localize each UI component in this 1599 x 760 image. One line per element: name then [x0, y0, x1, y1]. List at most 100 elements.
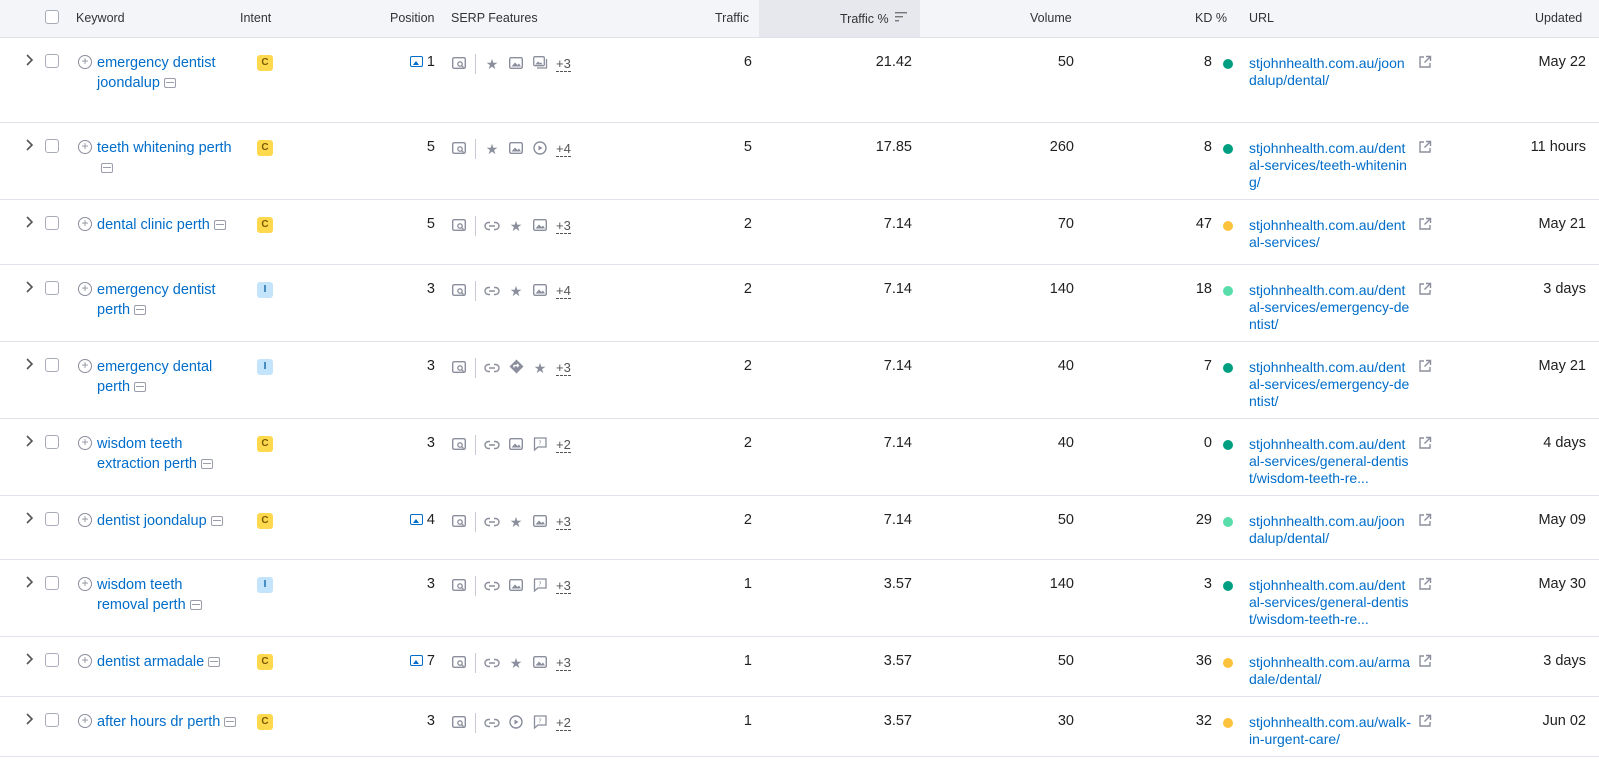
row-checkbox[interactable] — [45, 216, 59, 230]
row-checkbox[interactable] — [45, 54, 59, 68]
expand-chevron-icon[interactable] — [24, 434, 34, 448]
row-checkbox[interactable] — [45, 281, 59, 295]
add-to-list-icon[interactable]: + — [78, 359, 92, 373]
serp-snippet-icon[interactable] — [451, 715, 467, 731]
external-link-icon[interactable] — [1418, 359, 1432, 376]
url-link[interactable]: stjohnhealth.com.au/dental-services/gene… — [1249, 577, 1411, 628]
more-features-link[interactable]: +3 — [556, 578, 571, 594]
table-row[interactable]: + dental clinic perth C 5 ★ +3 2 7.14 70… — [0, 200, 1599, 265]
add-to-list-icon[interactable]: + — [78, 282, 92, 296]
row-checkbox[interactable] — [45, 653, 59, 667]
external-link-icon[interactable] — [1418, 513, 1432, 530]
intent-badge[interactable]: C — [257, 55, 273, 71]
header-kd[interactable]: KD % — [1195, 11, 1227, 25]
star-icon[interactable]: ★ — [508, 218, 524, 235]
more-features-link[interactable]: +3 — [556, 514, 571, 530]
star-icon[interactable]: ★ — [508, 283, 524, 300]
header-updated[interactable]: Updated — [1535, 11, 1582, 25]
serp-snapshot-icon[interactable] — [208, 657, 221, 667]
row-checkbox[interactable] — [45, 512, 59, 526]
serp-snippet-icon[interactable] — [451, 514, 467, 530]
more-features-link[interactable]: +3 — [556, 360, 571, 376]
serp-snippet-icon[interactable] — [451, 218, 467, 234]
add-to-list-icon[interactable]: + — [78, 714, 92, 728]
intent-badge[interactable]: C — [257, 513, 273, 529]
link-icon[interactable] — [484, 437, 500, 453]
star-icon[interactable]: ★ — [508, 655, 524, 672]
external-link-icon[interactable] — [1418, 55, 1432, 72]
keyword-link[interactable]: teeth whitening perth — [97, 138, 237, 178]
row-checkbox[interactable] — [45, 576, 59, 590]
serp-snippet-icon[interactable] — [451, 437, 467, 453]
image-icon[interactable] — [532, 655, 548, 671]
image-icon[interactable] — [532, 218, 548, 234]
add-to-list-icon[interactable]: + — [78, 513, 92, 527]
external-link-icon[interactable] — [1418, 140, 1432, 157]
intent-badge[interactable]: C — [257, 714, 273, 730]
expand-chevron-icon[interactable] — [24, 712, 34, 726]
row-checkbox[interactable] — [45, 713, 59, 727]
table-row[interactable]: + teeth whitening perth C 5 ★ +4 5 17.85… — [0, 123, 1599, 200]
table-row[interactable]: + wisdom teeth removal perth I 3 ? +3 1 … — [0, 560, 1599, 637]
header-serp-features[interactable]: SERP Features — [451, 11, 538, 25]
serp-snippet-icon[interactable] — [451, 56, 467, 72]
row-checkbox[interactable] — [45, 435, 59, 449]
keyword-link[interactable]: emergency dental perth — [97, 357, 237, 397]
keyword-link[interactable]: emergency dentist perth — [97, 280, 237, 320]
serp-snippet-icon[interactable] — [451, 578, 467, 594]
serp-snapshot-icon[interactable] — [101, 163, 113, 173]
keyword-link[interactable]: after hours dr perth — [97, 712, 237, 732]
link-icon[interactable] — [484, 514, 500, 530]
more-features-link[interactable]: +3 — [556, 218, 571, 234]
intent-badge[interactable]: I — [257, 359, 273, 375]
expand-chevron-icon[interactable] — [24, 53, 34, 67]
header-url[interactable]: URL — [1249, 11, 1274, 25]
table-row[interactable]: + emergency dentist joondalup C 1 ★ +3 6… — [0, 38, 1599, 123]
keyword-link[interactable]: emergency dentist joondalup — [97, 53, 237, 93]
url-link[interactable]: stjohnhealth.com.au/armadale/dental/ — [1249, 654, 1411, 688]
external-link-icon[interactable] — [1418, 282, 1432, 299]
expand-chevron-icon[interactable] — [24, 357, 34, 371]
header-volume[interactable]: Volume — [1030, 11, 1072, 25]
more-features-link[interactable]: +3 — [556, 56, 571, 72]
more-features-link[interactable]: +2 — [556, 437, 571, 453]
header-keyword[interactable]: Keyword — [76, 11, 125, 25]
video-icon[interactable] — [532, 140, 548, 158]
table-row[interactable]: + emergency dentist perth I 3 ★ +4 2 7.1… — [0, 265, 1599, 342]
serp-snapshot-icon[interactable] — [224, 717, 237, 727]
expand-chevron-icon[interactable] — [24, 575, 34, 589]
add-to-list-icon[interactable]: + — [78, 140, 92, 154]
url-link[interactable]: stjohnhealth.com.au/dental-services/emer… — [1249, 282, 1411, 333]
add-to-list-icon[interactable]: + — [78, 217, 92, 231]
serp-snippet-icon[interactable] — [451, 141, 467, 157]
faq-icon[interactable]: ? — [532, 436, 548, 454]
link-icon[interactable] — [484, 578, 500, 594]
url-link[interactable]: stjohnhealth.com.au/dental-services/teet… — [1249, 140, 1411, 191]
external-link-icon[interactable] — [1418, 714, 1432, 731]
link-icon[interactable] — [484, 218, 500, 234]
serp-snapshot-icon[interactable] — [163, 78, 176, 88]
star-icon[interactable]: ★ — [484, 56, 500, 73]
expand-chevron-icon[interactable] — [24, 511, 34, 525]
url-link[interactable]: stjohnhealth.com.au/dental-services/ — [1249, 217, 1411, 251]
url-link[interactable]: stjohnhealth.com.au/dental-services/emer… — [1249, 359, 1411, 410]
expand-chevron-icon[interactable] — [24, 215, 34, 229]
external-link-icon[interactable] — [1418, 577, 1432, 594]
header-intent[interactable]: Intent — [240, 11, 271, 25]
table-row[interactable]: + wisdom teeth extraction perth C 3 ? +2… — [0, 419, 1599, 496]
image-icon[interactable] — [508, 141, 524, 157]
serp-snapshot-icon[interactable] — [200, 459, 213, 469]
table-row[interactable]: + emergency dental perth I 3 ★ +3 2 7.14… — [0, 342, 1599, 419]
add-to-list-icon[interactable]: + — [78, 436, 92, 450]
url-link[interactable]: stjohnhealth.com.au/joondalup/dental/ — [1249, 55, 1411, 89]
url-link[interactable]: stjohnhealth.com.au/walk-in-urgent-care/ — [1249, 714, 1411, 748]
link-icon[interactable] — [484, 283, 500, 299]
local-pack-icon[interactable] — [508, 359, 524, 377]
serp-snapshot-icon[interactable] — [210, 516, 223, 526]
keyword-link[interactable]: dentist armadale — [97, 652, 237, 672]
table-row[interactable]: + dentist joondalup C 4 ★ +3 2 7.14 50 2… — [0, 496, 1599, 560]
serp-snippet-icon[interactable] — [451, 655, 467, 671]
external-link-icon[interactable] — [1418, 217, 1432, 234]
more-features-link[interactable]: +4 — [556, 283, 571, 299]
image-pack-icon[interactable] — [532, 56, 548, 72]
